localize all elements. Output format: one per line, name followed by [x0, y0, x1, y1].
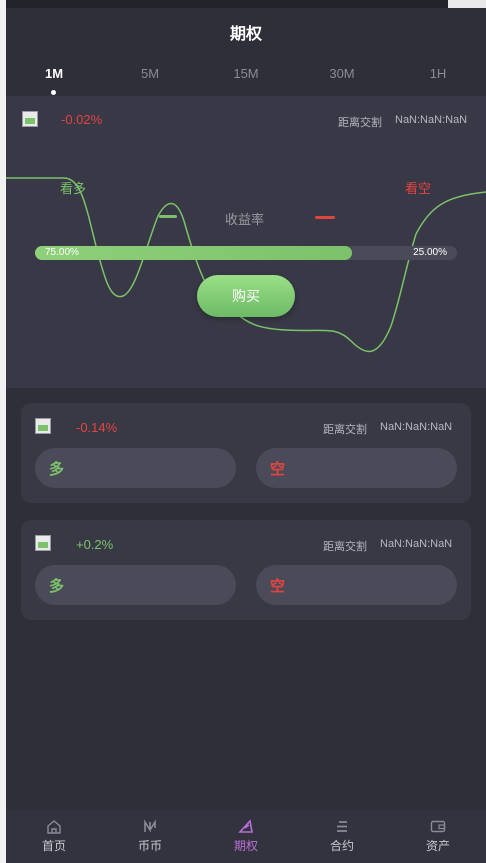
countdown-label: 距离交割 — [338, 117, 382, 129]
tab-label: 1H — [429, 66, 447, 81]
bull-yield-dash — [159, 215, 177, 218]
short-button-label: 空 — [270, 460, 286, 478]
status-strip — [6, 0, 486, 8]
short-button-label: 空 — [270, 577, 286, 595]
tab-30m[interactable]: 30M — [312, 66, 372, 81]
price-curve-line — [6, 177, 486, 353]
bear-yield-dash — [315, 216, 335, 219]
countdown-label: 距离交割 — [323, 541, 367, 553]
coin-logo-image — [35, 418, 51, 434]
nav-item-coin[interactable]: 币币 — [102, 810, 198, 863]
interval-tabs: 1M 5M 15M 30M 1H — [6, 60, 486, 95]
nav-label: 资产 — [425, 839, 450, 853]
nav-item-home[interactable]: 首页 — [6, 810, 102, 863]
coin-logo-image — [22, 111, 38, 127]
nav-item-contract[interactable]: 合约 — [294, 810, 390, 863]
tab-15m[interactable]: 15M — [216, 66, 276, 81]
long-button-label: 多 — [49, 460, 65, 478]
sentiment-progress-bar: 75.00% 25.00% — [35, 246, 457, 260]
contract-icon — [337, 821, 347, 832]
long-button-label: 多 — [49, 577, 65, 595]
short-share-text: 25.00% — [413, 247, 447, 258]
price-curve-chart — [6, 177, 486, 353]
buy-button-label: 购买 — [232, 288, 260, 304]
countdown-value: NaN:NaN:NaN — [380, 421, 453, 433]
long-button[interactable]: 多 — [35, 565, 236, 605]
nav-item-option[interactable]: 期权 — [198, 810, 294, 863]
bear-label: 看空 — [405, 181, 432, 196]
coin-icon — [144, 819, 156, 833]
countdown-value: NaN:NaN:NaN — [380, 538, 453, 550]
tab-5m[interactable]: 5M — [120, 66, 180, 81]
option-card: -0.14% 距离交割 NaN:NaN:NaN 多 空 — [21, 403, 471, 503]
long-share-text: 75.00% — [45, 247, 79, 258]
active-tab-indicator — [51, 90, 56, 95]
short-button[interactable]: 空 — [256, 565, 457, 605]
app-screen: 期权 1M 5M 15M 30M 1H -0.02% 距离交割 NaN:NaN:… — [6, 8, 486, 863]
countdown-label: 距离交割 — [323, 424, 367, 436]
nav-label: 首页 — [41, 839, 66, 853]
price-change: +0.2% — [76, 537, 114, 552]
wallet-icon — [430, 820, 446, 833]
long-button[interactable]: 多 — [35, 448, 236, 488]
coin-logo-image — [35, 535, 51, 551]
yield-label: 收益率 — [225, 212, 265, 227]
tab-1h[interactable]: 1H — [408, 66, 468, 81]
long-share-fill — [35, 246, 352, 260]
page-title-text: 期权 — [229, 26, 262, 43]
tab-label: 5M — [140, 66, 160, 81]
price-change: -0.14% — [76, 420, 118, 435]
bull-label: 看多 — [60, 181, 87, 196]
buy-button[interactable]: 购买 — [197, 275, 295, 317]
tab-label: 1M — [44, 66, 64, 81]
status-strip-corner — [448, 0, 486, 8]
page-title: 期权 — [6, 8, 486, 56]
countdown-value: NaN:NaN:NaN — [395, 114, 468, 126]
nav-label: 合约 — [329, 839, 354, 853]
bottom-nav: 首页 币币 期权 合约 资产 — [6, 810, 486, 863]
nav-label: 期权 — [233, 839, 258, 853]
tab-label: 30M — [329, 66, 355, 81]
nav-item-assets[interactable]: 资产 — [390, 810, 486, 863]
nav-label: 币币 — [137, 839, 162, 853]
tab-label: 15M — [233, 66, 259, 81]
short-button[interactable]: 空 — [256, 448, 457, 488]
option-card: +0.2% 距离交割 NaN:NaN:NaN 多 空 — [21, 520, 471, 620]
home-icon — [47, 820, 61, 834]
price-change: -0.02% — [61, 112, 103, 127]
main-option-card: -0.02% 距离交割 NaN:NaN:NaN 看多 看空 收益率 75.00%… — [6, 96, 486, 388]
tab-1m[interactable]: 1M — [24, 66, 84, 95]
option-icon — [238, 819, 253, 833]
